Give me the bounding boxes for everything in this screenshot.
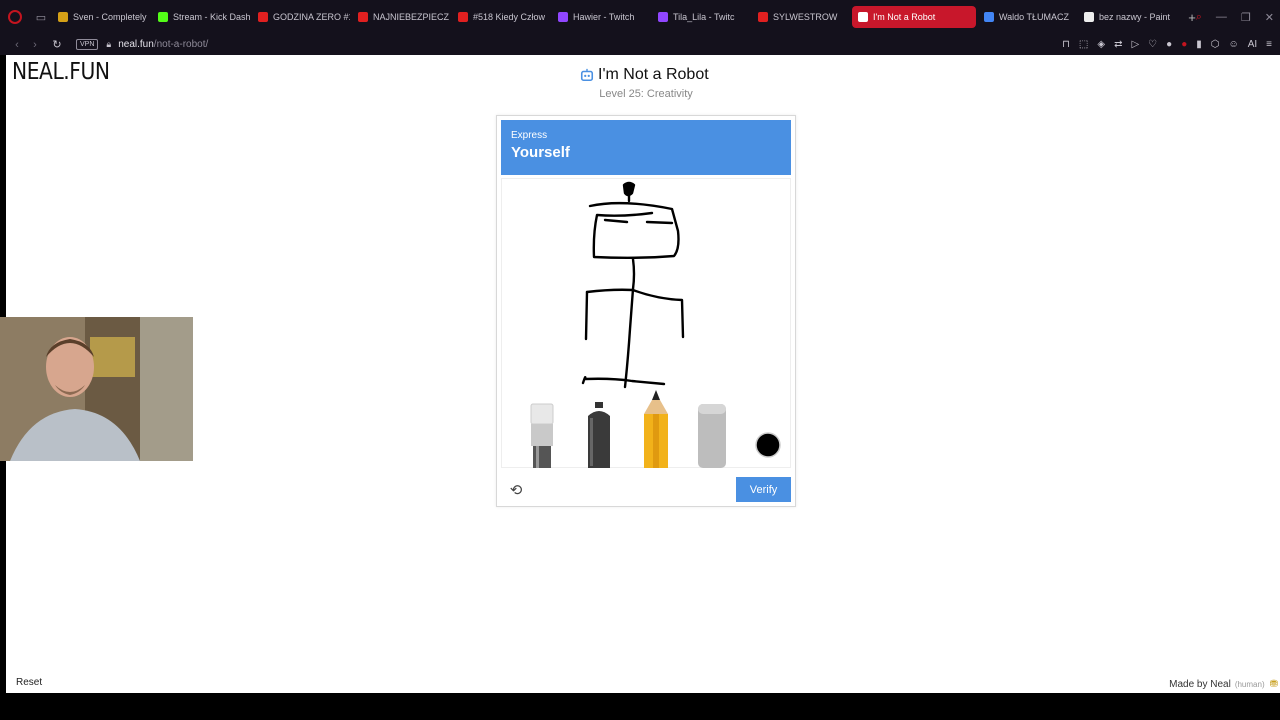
back-icon[interactable]: ‹: [8, 39, 26, 51]
browser-tab[interactable]: NAJNIEBEZPIECZ: [352, 6, 450, 28]
url-field[interactable]: neal.fun/not-a-robot/: [118, 39, 208, 50]
webcam-overlay: [0, 317, 193, 461]
tab-favicon-icon: [558, 12, 568, 22]
captcha-header-small: Express: [511, 130, 548, 141]
reset-button[interactable]: Reset: [16, 677, 42, 688]
url-host: neal.fun: [118, 39, 154, 50]
browser-tab[interactable]: Hawier - Twitch: [552, 6, 650, 28]
menu-icon[interactable]: ≡: [1266, 39, 1272, 50]
page-content: NEAL.FUN I'm Not a Robot Level 25: Creat…: [6, 55, 1280, 693]
opera-logo-icon[interactable]: [0, 0, 30, 34]
tab-label: GODZINA ZERO #1: [273, 12, 350, 22]
extension-icon[interactable]: ●: [1166, 39, 1172, 50]
tab-label: #518 Kiedy Człow: [473, 12, 546, 22]
browser-tab[interactable]: Tila_Lila - Twitc: [652, 6, 750, 28]
reload-icon[interactable]: ↻: [48, 38, 66, 51]
tab-favicon-icon: [758, 12, 768, 22]
captcha-header-big: Yourself: [511, 144, 570, 161]
tab-label: Stream - Kick Dash: [173, 12, 250, 22]
workspaces-icon[interactable]: ▭: [30, 0, 52, 34]
tab-label: SYLWESTROW: [773, 12, 838, 22]
captcha-footer: ⟲ Verify: [497, 472, 795, 508]
tab-favicon-icon: [458, 12, 468, 22]
tab-label: bez nazwy - Paint: [1099, 12, 1171, 22]
adblock-icon[interactable]: ●: [1181, 39, 1187, 50]
webcam-feed-image: [0, 317, 193, 461]
close-icon[interactable]: ✕: [1265, 11, 1274, 24]
captcha-header: Express Yourself: [501, 120, 791, 175]
translate-icon[interactable]: ⇄: [1114, 39, 1122, 50]
pencil-tool-icon[interactable]: [642, 390, 670, 468]
tab-label: Tila_Lila - Twitc: [673, 12, 735, 22]
tab-favicon-icon: [358, 12, 368, 22]
tab-favicon-icon: [258, 12, 268, 22]
refresh-icon[interactable]: ⟲: [507, 482, 525, 500]
title-row: I'm Not a Robot: [580, 66, 780, 84]
browser-tab[interactable]: #518 Kiedy Człow: [452, 6, 550, 28]
tab-favicon-icon: [984, 12, 994, 22]
eraser-tool-icon[interactable]: [697, 402, 727, 468]
page-title: I'm Not a Robot: [598, 66, 709, 83]
spray-can-tool-icon[interactable]: [584, 402, 614, 468]
tab-strip: Sven - Completely Stream - Kick Dash GODZI…: [52, 0, 1202, 34]
drawing-toolbar: [501, 390, 791, 468]
tab-label: Sven - Completely: [73, 12, 147, 22]
ai-icon[interactable]: AI: [1248, 39, 1257, 50]
battery-icon[interactable]: ▮: [1196, 39, 1202, 50]
tab-favicon-icon: [58, 12, 68, 22]
browser-tab-bar: ▭ Sven - Completely Stream - Kick Dash GOD…: [0, 0, 1280, 34]
forward-icon[interactable]: ›: [26, 39, 44, 51]
play-icon[interactable]: ▷: [1131, 39, 1139, 50]
color-swatch-black[interactable]: [755, 432, 781, 458]
tab-favicon-icon: [858, 12, 868, 22]
bookmark-icon[interactable]: ⊓: [1062, 39, 1070, 50]
minimize-icon[interactable]: —: [1216, 11, 1227, 23]
address-bar-icons: ⊓ ⬚ ◈ ⇄ ▷ ♡ ● ● ▮ ⬡ ☺ AI ≡: [1062, 34, 1272, 55]
bottom-bar: [0, 693, 1280, 720]
browser-tab[interactable]: GODZINA ZERO #1: [252, 6, 350, 28]
maximize-icon[interactable]: ❐: [1241, 11, 1251, 24]
vpn-badge[interactable]: VPN: [76, 39, 99, 50]
paintbrush-tool-icon[interactable]: [528, 402, 556, 468]
verify-button[interactable]: Verify: [736, 477, 791, 502]
browser-tab[interactable]: SYLWESTROW: [752, 6, 850, 28]
profile-icon[interactable]: ☺: [1228, 39, 1238, 50]
tab-label: Waldo TŁUMACZ: [999, 12, 1070, 22]
made-by-label[interactable]: Made by Neal: [1169, 679, 1231, 690]
tab-label: Hawier - Twitch: [573, 12, 635, 22]
tip-jar-icon[interactable]: ⛃: [1270, 679, 1278, 690]
footer-credit: Made by Neal (human) ⛃: [1169, 679, 1278, 690]
level-subtitle: Level 25: Creativity: [599, 88, 693, 100]
captcha-box: Express Yourself ⟲ Verify: [496, 115, 796, 507]
address-bar: ‹ › ↻ VPN 🔒︎ neal.fun/not-a-robot/ ⊓ ⬚ ◈…: [0, 34, 1280, 55]
tab-favicon-icon: [158, 12, 168, 22]
tab-label: NAJNIEBEZPIECZ: [373, 12, 450, 22]
tab-label: I'm Not a Robot: [873, 12, 936, 22]
lock-icon[interactable]: 🔒︎: [106, 39, 111, 50]
browser-tab[interactable]: Stream - Kick Dash: [152, 6, 250, 28]
search-tabs-icon[interactable]: ⌕: [1196, 11, 1202, 24]
heart-icon[interactable]: ♡: [1148, 39, 1157, 50]
shield-icon[interactable]: ◈: [1097, 39, 1105, 50]
robot-icon: [580, 68, 594, 82]
site-logo[interactable]: NEAL.FUN: [12, 59, 110, 85]
browser-tab[interactable]: Waldo TŁUMACZ: [978, 6, 1076, 28]
tab-favicon-icon: [1084, 12, 1094, 22]
tab-favicon-icon: [658, 12, 668, 22]
browser-tab[interactable]: Sven - Completely: [52, 6, 150, 28]
window-controls: ⌕ — ❐ ✕: [1196, 0, 1274, 34]
url-path: /not-a-robot/: [153, 39, 209, 50]
human-tag: (human): [1234, 680, 1265, 689]
browser-tab[interactable]: I'm Not a Robot: [852, 6, 976, 28]
extensions-puzzle-icon[interactable]: ⬡: [1211, 39, 1220, 50]
browser-tab[interactable]: bez nazwy - Paint: [1078, 6, 1176, 28]
snapshot-icon[interactable]: ⬚: [1079, 39, 1088, 50]
